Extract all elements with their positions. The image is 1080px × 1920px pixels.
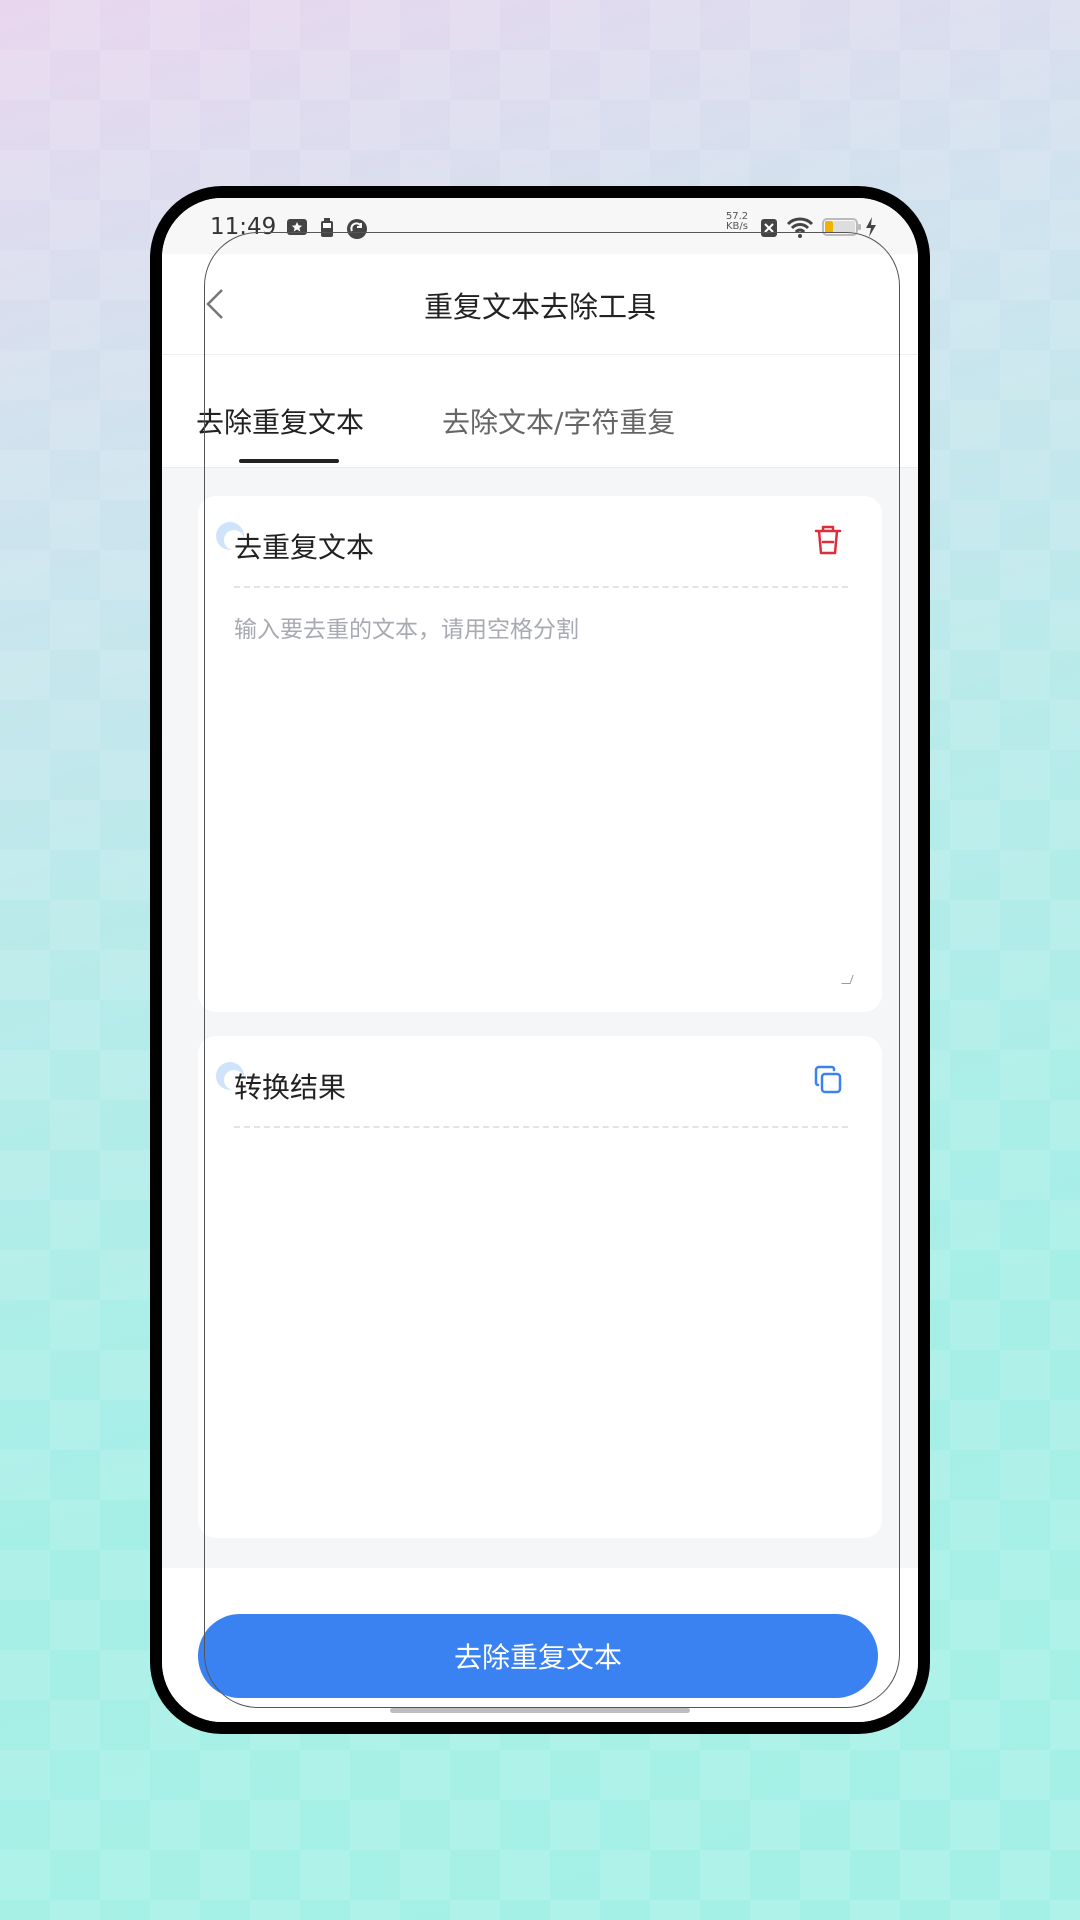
net-speed-unit: KB/s	[726, 221, 748, 232]
phone-frame: 11:49 57.2 KB/s 重复文本去除工具 去除重复文本 去除文本/字符重…	[150, 186, 930, 1734]
battery-icon	[822, 218, 862, 240]
trash-icon	[814, 525, 842, 555]
input-card-title: 去重复文本	[234, 531, 375, 564]
remove-duplicates-button[interactable]: 去除重复文本	[198, 1614, 878, 1698]
page-title: 重复文本去除工具	[423, 290, 656, 324]
clear-button[interactable]	[810, 522, 846, 558]
tab-remove-duplicate-text[interactable]: 去除重复文本	[196, 401, 364, 441]
text-input[interactable]	[234, 610, 848, 992]
charging-icon	[864, 216, 878, 242]
divider	[234, 586, 848, 588]
divider	[234, 1126, 848, 1128]
copy-icon	[814, 1065, 842, 1094]
tab-remove-text-char-duplicate[interactable]: 去除文本/字符重复	[442, 401, 675, 441]
input-card: 去重复文本	[198, 496, 882, 1012]
result-output	[234, 1150, 848, 1512]
wifi-icon	[786, 216, 814, 242]
resize-handle[interactable]	[841, 975, 854, 984]
notification-icon	[286, 218, 308, 240]
sync-icon	[346, 218, 368, 244]
app-screen: 11:49 57.2 KB/s 重复文本去除工具 去除重复文本 去除文本/字符重…	[162, 198, 918, 1722]
status-time: 11:49	[210, 214, 277, 240]
copy-button[interactable]	[810, 1062, 846, 1098]
result-card-header: 转换结果	[198, 1036, 882, 1126]
battery-saver-icon	[320, 218, 334, 242]
result-card-title: 转换结果	[234, 1071, 347, 1104]
active-tab-indicator	[239, 459, 339, 463]
navigation-bar: 重复文本去除工具	[162, 254, 918, 355]
tab-bar: 去除重复文本 去除文本/字符重复	[162, 355, 918, 468]
home-indicator[interactable]	[390, 1708, 690, 1713]
result-card: 转换结果	[198, 1036, 882, 1538]
sim-x-icon	[760, 218, 778, 242]
input-card-header: 去重复文本	[198, 496, 882, 586]
status-bar: 11:49 57.2 KB/s	[162, 198, 918, 254]
net-speed: 57.2 KB/s	[722, 212, 752, 232]
